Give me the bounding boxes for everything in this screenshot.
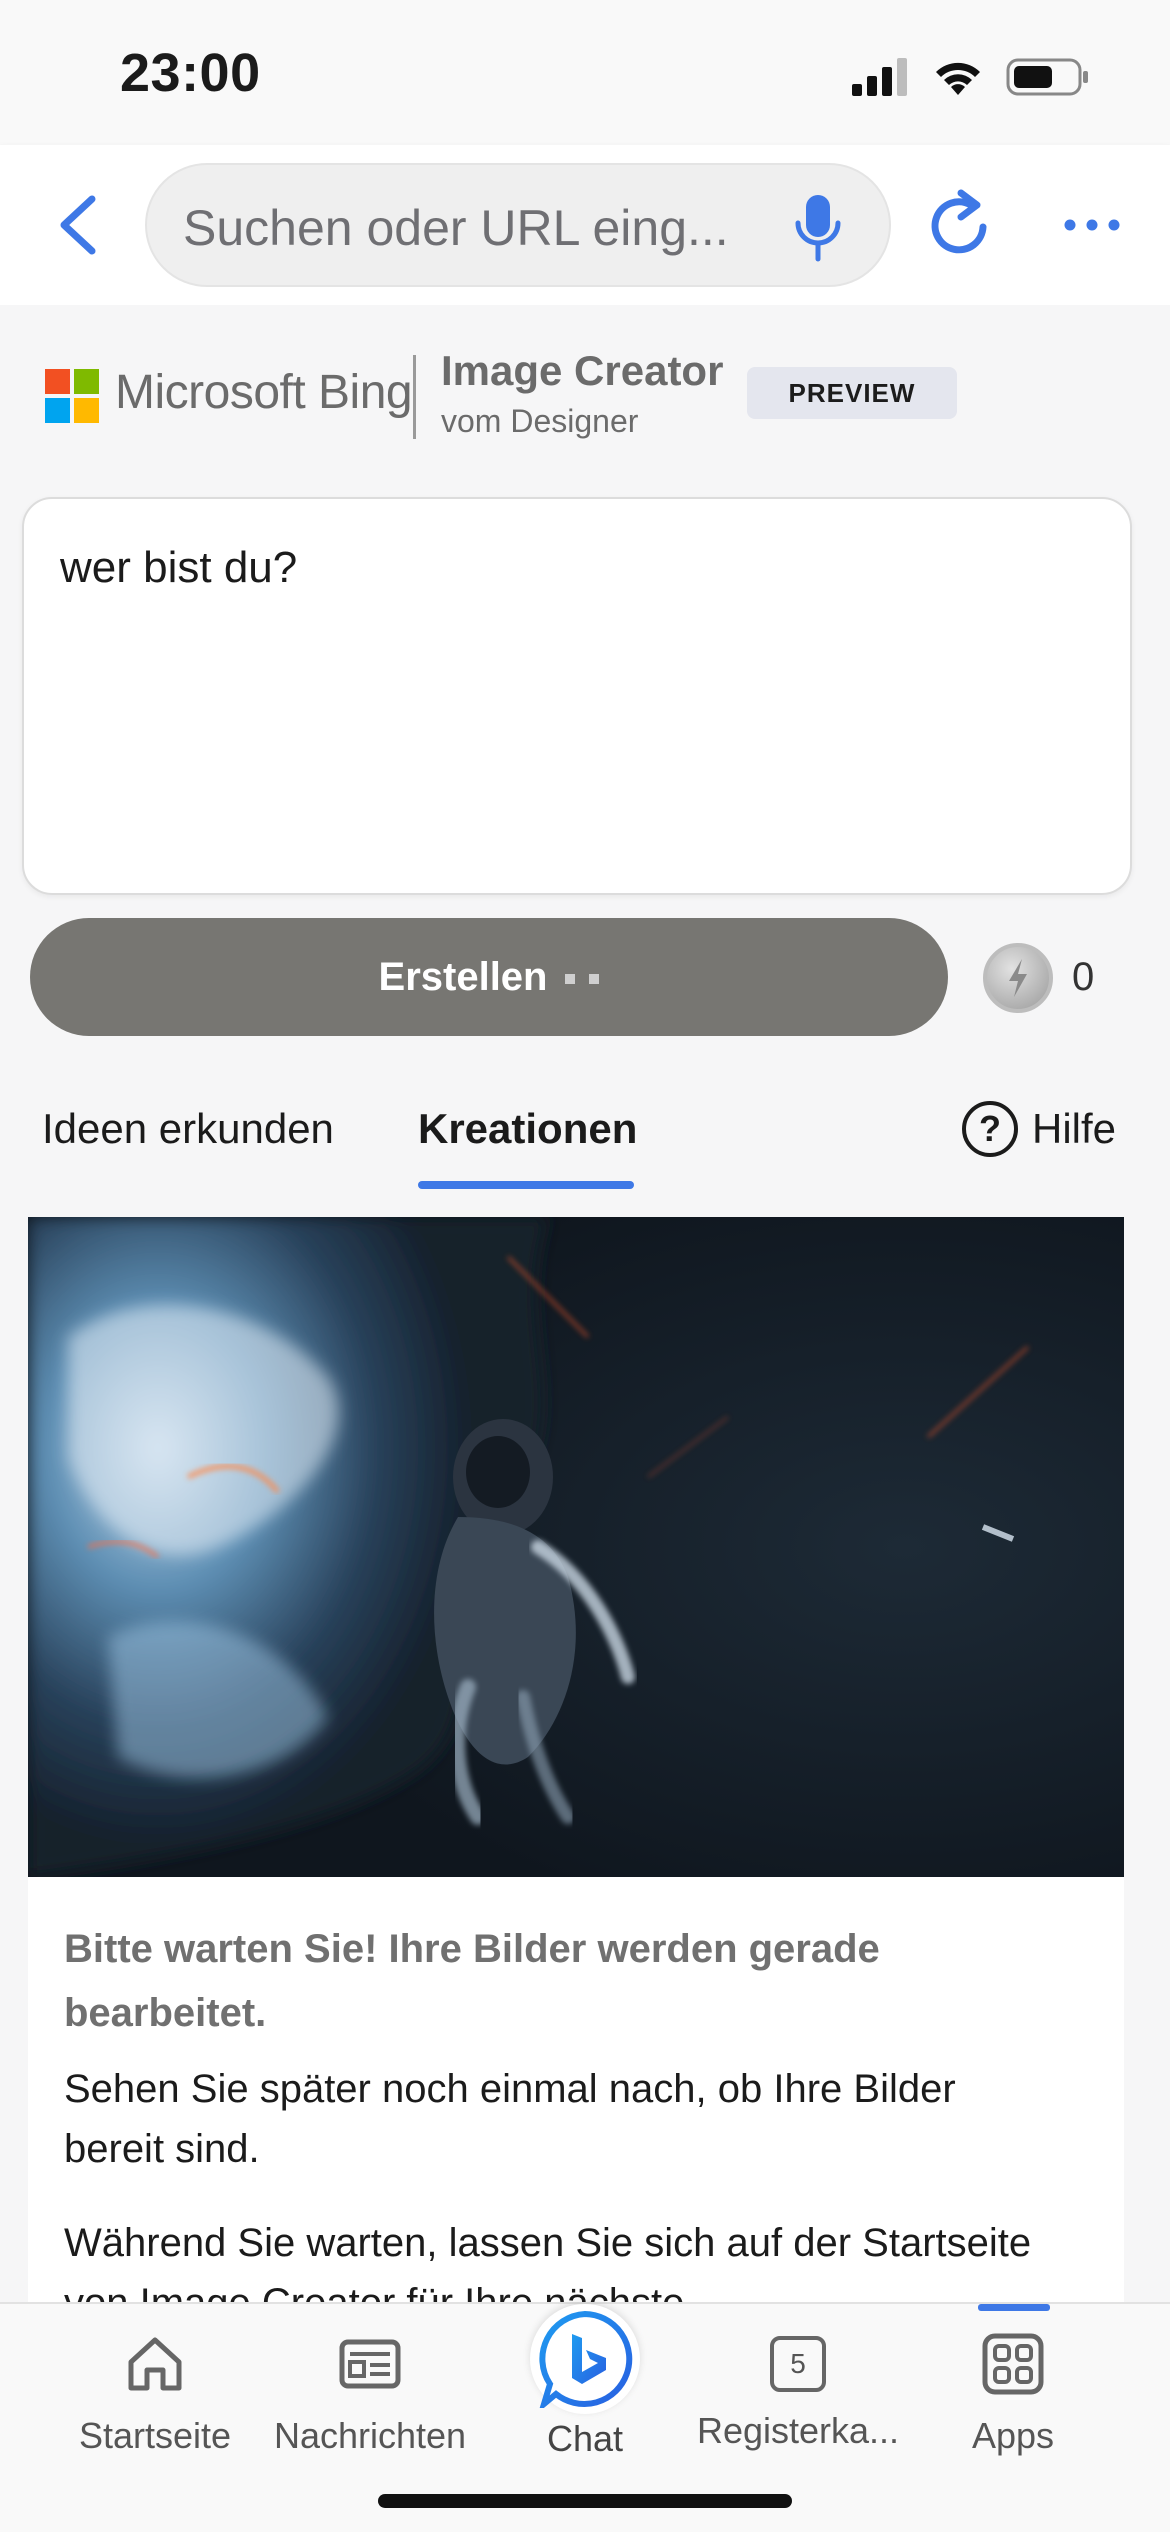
home-indicator[interactable] [378, 2494, 792, 2508]
brand-name[interactable]: Microsoft Bing [115, 365, 413, 420]
nav-tabs[interactable]: 5 Registerka... [688, 2332, 908, 2452]
address-search-field[interactable]: Suchen oder URL eing... [145, 163, 891, 287]
ellipsis-icon [1064, 219, 1120, 231]
battery-icon [1006, 58, 1088, 96]
tab-creations[interactable]: Kreationen [418, 1105, 637, 1153]
tab-count: 5 [790, 2348, 806, 2379]
back-button[interactable] [50, 193, 110, 257]
processing-message: Sehen Sie später noch einmal nach, ob Ih… [64, 2067, 956, 2171]
cellular-signal-icon [852, 58, 907, 96]
more-options-button[interactable] [1062, 213, 1122, 237]
preview-badge: PREVIEW [747, 367, 957, 419]
prompt-text: wer bist du? [60, 543, 298, 592]
nav-news-label: Nachrichten [273, 2415, 467, 2456]
creation-card: Bitte warten Sie! Ihre Bilder werden ger… [28, 1217, 1124, 2302]
active-nav-indicator [978, 2304, 1050, 2311]
nav-apps[interactable]: Apps [903, 2332, 1123, 2457]
help-icon: ? [962, 1101, 1018, 1157]
bing-chat-icon [530, 2304, 640, 2414]
brand-divider [413, 355, 416, 439]
wifi-icon [936, 62, 980, 95]
status-time: 23:00 [120, 43, 261, 103]
processing-title: Bitte warten Sie! Ihre Bilder werden ger… [64, 1927, 880, 2035]
product-subtitle: vom Designer [441, 403, 639, 439]
page-content: Microsoft Bing Image Creator vom Designe… [0, 305, 1170, 2302]
nav-chat[interactable]: Chat [475, 2304, 695, 2460]
browser-toolbar: Suchen oder URL eing... [0, 145, 1170, 305]
nav-tabs-label: Registerka... [696, 2410, 900, 2451]
nav-apps-label: Apps [971, 2415, 1055, 2456]
search-placeholder: Suchen oder URL eing... [183, 200, 729, 256]
product-name[interactable]: Image Creator [441, 347, 723, 395]
creator-tabs: Ideen erkunden Kreationen ? Hilfe [0, 1101, 1170, 1205]
nav-home[interactable]: Startseite [45, 2332, 265, 2457]
help-label: Hilfe [1032, 1105, 1117, 1152]
boost-count: 0 [1072, 955, 1095, 999]
chevron-left-icon [60, 195, 96, 255]
tab-explore-ideas[interactable]: Ideen erkunden [42, 1105, 334, 1153]
tabs-icon: 5 [766, 2332, 830, 2396]
microphone-icon[interactable] [793, 193, 843, 263]
processing-tip: Während Sie warten, lassen Sie sich auf … [64, 2221, 1032, 2302]
create-button-label: Erstellen [378, 955, 548, 999]
reload-button[interactable] [925, 185, 995, 265]
status-icons [852, 52, 1090, 102]
brand-header: Microsoft Bing Image Creator vom Designe… [45, 347, 1145, 447]
nav-home-label: Startseite [78, 2415, 232, 2456]
creation-preview-image[interactable] [28, 1217, 1124, 1877]
nav-chat-label: Chat [546, 2418, 624, 2459]
create-button[interactable]: Erstellen [30, 918, 948, 1036]
news-icon [339, 2339, 401, 2389]
prompt-input[interactable]: wer bist du? [22, 497, 1132, 895]
microsoft-logo-icon [45, 369, 99, 423]
loading-dots [551, 918, 600, 1036]
apps-grid-icon [982, 2333, 1044, 2395]
boost-coin-icon[interactable] [983, 943, 1053, 1013]
home-icon [128, 2337, 182, 2391]
help-link[interactable]: ? Hilfe [962, 1099, 1116, 1159]
reload-icon [931, 189, 987, 254]
nav-news[interactable]: Nachrichten [260, 2332, 480, 2457]
active-tab-indicator [418, 1181, 634, 1189]
status-bar: 23:00 [0, 0, 1170, 145]
